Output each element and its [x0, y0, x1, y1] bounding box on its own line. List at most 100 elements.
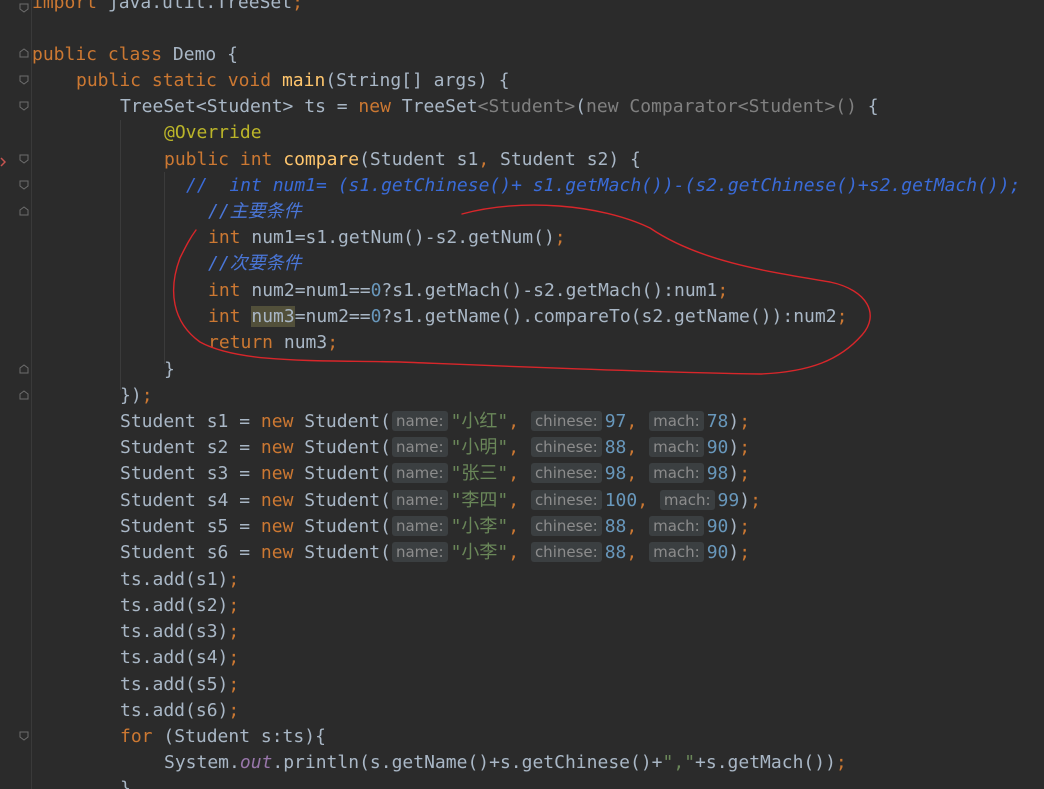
fold-marker-icon[interactable] — [19, 731, 29, 741]
parameter-hint: chinese: — [530, 437, 602, 457]
code-line: public class Demo { — [32, 42, 238, 68]
keyword: new — [260, 490, 294, 511]
parameter-hint: chinese: — [530, 490, 602, 510]
comma: , — [508, 542, 520, 563]
code-line: ts.add(s6); — [120, 698, 239, 724]
parameter-hint: chinese: — [530, 463, 602, 483]
code-text: { — [856, 96, 879, 117]
parameter-hint: name: — [391, 542, 448, 562]
line-comment: // int num1= (s1.getChinese()+ s1.getMac… — [186, 175, 1021, 196]
code-text: Student( — [293, 411, 391, 432]
keyword: return — [208, 332, 274, 353]
semicolon: ; — [739, 463, 751, 484]
string-literal: "张三" — [450, 463, 509, 484]
code-text: .println(s.getName()+s.getChinese()+ — [272, 752, 663, 773]
keyword: int — [239, 149, 273, 170]
fold-marker-icon[interactable] — [19, 3, 29, 13]
code-line: } — [120, 776, 131, 789]
code-line: //次要条件 — [208, 251, 302, 277]
code-text: ( — [575, 96, 587, 117]
comma: , — [626, 516, 638, 537]
code-line: ts.add(s5); — [120, 672, 239, 698]
fold-marker-icon[interactable] — [19, 48, 29, 58]
code-text: ts.add(s1) — [120, 569, 229, 590]
parameter-hint: chinese: — [530, 542, 602, 562]
code-line: Student s2 = new Student(name: "小明", chin… — [120, 435, 750, 461]
code-text: Student( — [293, 516, 391, 537]
code-text: = — [228, 411, 261, 432]
keyword: public — [164, 149, 230, 170]
semicolon: ; — [228, 647, 240, 668]
code-text: ?s1.getMach()-s2.getMach():num1 — [381, 280, 718, 301]
semicolon: ; — [739, 437, 751, 458]
variable-name: s6 — [206, 542, 229, 563]
keyword: import — [32, 0, 98, 13]
keyword: class — [107, 44, 163, 65]
semicolon: ; — [554, 227, 566, 248]
semicolon: ; — [739, 516, 751, 537]
parameter-hint: chinese: — [530, 411, 602, 431]
code-text: =num2== — [294, 306, 371, 327]
fold-marker-icon[interactable] — [19, 364, 29, 374]
comma: , — [626, 542, 638, 563]
annotation: @Override — [164, 122, 262, 143]
method-name: compare — [283, 149, 360, 170]
gutter-separator — [31, 0, 32, 789]
string-literal: "小李" — [450, 542, 509, 563]
semicolon: ; — [141, 385, 153, 406]
code-editor[interactable]: import java.util.TreeSet; public class D… — [0, 0, 1044, 789]
fold-marker-icon[interactable] — [19, 180, 29, 190]
code-text: Student — [120, 437, 207, 458]
highlighted-identifier: num3 — [251, 306, 295, 327]
semicolon: ; — [228, 621, 240, 642]
comma: , — [508, 490, 520, 511]
comma: , — [626, 411, 638, 432]
code-line: int num3=num2==0?s1.getName().compareTo(… — [208, 304, 847, 330]
code-text: (String[] args) { — [325, 70, 510, 91]
code-line: public static void main(String[] args) { — [76, 68, 510, 94]
keyword: new — [260, 542, 294, 563]
fold-marker-icon[interactable] — [19, 390, 29, 400]
code-text: ) — [728, 542, 740, 563]
fold-marker-icon[interactable] — [19, 75, 29, 85]
fold-marker-icon[interactable] — [19, 154, 29, 164]
variable-name: s5 — [206, 516, 229, 537]
variable-name: s3 — [206, 463, 229, 484]
code-text: num1=s1.getNum()-s2.getNum() — [240, 227, 555, 248]
code-line: Student s4 = new Student(name: "李四", chin… — [120, 488, 761, 514]
parameter-hint: mach: — [649, 463, 704, 483]
keyword: new — [260, 516, 294, 537]
parameter-hint: name: — [391, 411, 448, 431]
code-line: }); — [120, 383, 153, 409]
line-comment: //次要条件 — [208, 253, 302, 274]
override-marker-icon[interactable] — [0, 152, 7, 167]
parameter-hint: mach: — [649, 437, 704, 457]
keyword: new — [358, 96, 391, 117]
code-text: Student( — [293, 463, 391, 484]
keyword: new — [260, 463, 294, 484]
method-name: main — [281, 70, 326, 91]
comma: , — [508, 516, 520, 537]
fold-marker-icon[interactable] — [19, 101, 29, 111]
code-line: Student s1 = new Student(name: "小红", chin… — [120, 409, 750, 435]
comma: , — [508, 437, 520, 458]
variable-name: s4 — [206, 490, 229, 511]
variable-name: s2 — [206, 437, 229, 458]
keyword: public — [76, 70, 142, 91]
number-literal: 88 — [604, 516, 627, 537]
keyword: new — [260, 411, 294, 432]
keyword: new — [260, 437, 294, 458]
code-line: ts.add(s2); — [120, 593, 239, 619]
keyword: public — [32, 44, 98, 65]
code-text: ts.add(s6) — [120, 700, 229, 721]
code-line: return num3; — [208, 330, 338, 356]
comma: , — [508, 411, 520, 432]
keyword: for — [120, 726, 153, 747]
variable-name: s1 — [206, 411, 229, 432]
fold-marker-icon[interactable] — [19, 206, 29, 216]
parameter-hint: name: — [391, 490, 448, 510]
code-text: +s.getMach()) — [695, 752, 836, 773]
semicolon: ; — [228, 700, 240, 721]
code-line: ts.add(s4); — [120, 645, 239, 671]
code-text: = — [228, 516, 261, 537]
